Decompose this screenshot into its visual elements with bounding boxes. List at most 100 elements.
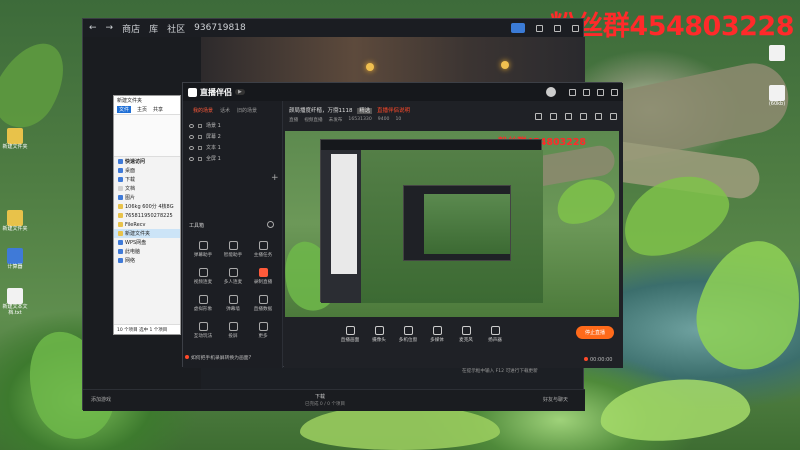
lock-icon[interactable]	[580, 113, 587, 120]
close-icon[interactable]	[572, 24, 579, 32]
layout-icon[interactable]	[595, 113, 602, 120]
lock-icon[interactable]	[198, 123, 202, 128]
tool-item[interactable]: 多人连麦	[221, 268, 245, 285]
tool-item[interactable]: 弹幕助手	[191, 241, 215, 258]
bottom-tool-item[interactable]: 麦克风	[455, 326, 477, 343]
tool-item[interactable]: 主播任务	[251, 241, 275, 258]
share-icon[interactable]	[550, 113, 557, 120]
notification-icon[interactable]	[511, 23, 525, 33]
eye-icon[interactable]	[189, 123, 194, 128]
tab-share[interactable]: 共享	[153, 106, 163, 113]
source-layer-item[interactable]: 场景 1	[183, 120, 282, 131]
friends-chat-button[interactable]: 好友与聊天	[543, 396, 568, 403]
user-id[interactable]: 936719818	[194, 23, 246, 33]
lock-icon[interactable]	[198, 145, 202, 150]
desktop-icon-label: 计算器	[7, 264, 23, 270]
explorer-nav-item[interactable]: 106kg 600分 4核8G	[114, 202, 180, 211]
maximize-icon[interactable]	[554, 24, 561, 32]
source-layer-item[interactable]: 全屏 1	[183, 153, 282, 164]
lock-icon[interactable]	[198, 134, 202, 139]
tool-label: 弹幕墙	[226, 307, 240, 312]
explorer-nav-item[interactable]: 图片	[114, 193, 180, 202]
tool-item[interactable]: 互动玩法	[191, 322, 215, 339]
explorer-nav-label: 此电脑	[125, 249, 141, 255]
source-layer-item[interactable]: 屏幕 2	[183, 131, 282, 142]
avatar[interactable]	[546, 87, 556, 97]
explorer-nav-item[interactable]: 桌面	[114, 166, 180, 175]
tool-item[interactable]: 视频连麦	[191, 268, 215, 285]
tab-scripts[interactable]: 话术	[220, 107, 230, 114]
nav-community[interactable]: 社区	[167, 22, 185, 35]
explorer-nav-item[interactable]: 此电脑	[114, 247, 180, 256]
stream-help-link[interactable]: 直播伴侣说明	[377, 108, 410, 114]
folder-icon	[118, 249, 123, 254]
tool-icon	[228, 241, 238, 250]
tool-label: 多人连麦	[223, 280, 243, 285]
quick-access-header[interactable]: 快速访问	[114, 157, 180, 166]
tool-item[interactable]: 智能助手	[221, 241, 245, 258]
fullscreen-icon[interactable]	[610, 113, 617, 120]
tab-my-scenes[interactable]: 我的场景	[193, 107, 213, 114]
stream-title-row: 颜局播度纤楷，万捌1118 精选 直播伴侣说明	[289, 106, 410, 114]
desktop-icon[interactable]	[760, 45, 794, 62]
desktop-icon[interactable]: 新建文本文档.txt	[2, 288, 28, 316]
desktop-icon[interactable]: 新建文件夹	[2, 128, 28, 151]
menu-icon[interactable]	[583, 88, 590, 96]
explorer-nav-item[interactable]: 网络	[114, 256, 180, 265]
explorer-nav-item[interactable]: 新建文件夹	[114, 229, 180, 238]
bottom-tool-label: 直播画面	[340, 338, 360, 343]
minimize-icon[interactable]	[597, 88, 604, 96]
shop-icon[interactable]	[535, 113, 542, 120]
tool-item[interactable]: 投屏	[221, 322, 245, 339]
nav-store[interactable]: 商店	[122, 22, 140, 35]
stop-live-button[interactable]: 停止直播	[576, 326, 614, 339]
eye-icon[interactable]	[189, 156, 194, 161]
nav-library[interactable]: 库	[149, 22, 158, 35]
tab-home[interactable]: 主页	[137, 106, 147, 113]
explorer-nav-item[interactable]: WPS网盘	[114, 238, 180, 247]
downloads-label[interactable]: 下载	[315, 393, 325, 400]
live-timer: 00:00:00	[584, 357, 612, 363]
explorer-nav-item[interactable]: 文档	[114, 184, 180, 193]
tool-label: 弹幕助手	[193, 253, 213, 258]
store-bottom-bar: 添加游戏 下载 已完成 0 / 0 个项目 好友与聊天	[83, 389, 585, 411]
tool-item[interactable]: 弹幕墙	[221, 295, 245, 312]
bottom-tool-item[interactable]: 多机位窗	[397, 326, 419, 343]
gift-icon[interactable]	[565, 113, 572, 120]
bottom-tool-icon	[374, 326, 384, 335]
stream-title[interactable]: 颜局播度纤楷，万捌1118	[289, 108, 353, 114]
folder-icon	[118, 195, 123, 200]
notice-icon	[185, 355, 189, 359]
desktop-icon[interactable]: 新建文件夹	[2, 210, 28, 233]
close-icon[interactable]	[611, 88, 618, 96]
tab-file[interactable]: 文件	[117, 106, 132, 113]
add-game-button[interactable]: 添加游戏	[91, 396, 111, 403]
tool-item[interactable]: 虚拟形象	[191, 295, 215, 312]
back-icon[interactable]: ←	[89, 23, 97, 33]
bottom-tool-item[interactable]: 摄像头	[368, 326, 390, 343]
tool-item[interactable]: 更多	[251, 322, 275, 339]
explorer-status-bar: 10 个项目 选中 1 个项目	[114, 324, 180, 334]
forward-icon[interactable]: →	[106, 23, 114, 33]
explorer-nav-item[interactable]: FileRecv	[114, 220, 180, 229]
tool-item[interactable]: 录制直播	[251, 268, 275, 285]
app-menu-button[interactable]: ▶	[235, 89, 245, 95]
tab-old-scenes[interactable]: 旧的场景	[237, 107, 257, 114]
settings-icon[interactable]	[569, 88, 576, 96]
eye-icon[interactable]	[189, 145, 194, 150]
bottom-tool-item[interactable]: 扬声器	[484, 326, 506, 343]
explorer-nav-item[interactable]: 765811950278225	[114, 211, 180, 220]
minimize-icon[interactable]	[536, 24, 543, 32]
bottom-tool-item[interactable]: 直播画面	[339, 326, 361, 343]
desktop-icon[interactable]: 计算器	[2, 248, 28, 271]
toolbox-settings-icon[interactable]	[267, 221, 274, 228]
lock-icon[interactable]	[198, 156, 202, 161]
add-source-icon[interactable]: +	[271, 173, 279, 183]
notice-bar[interactable]: 如何把手机录屏转换为画面?	[183, 354, 282, 361]
bottom-tool-item[interactable]: 多媒体	[426, 326, 448, 343]
explorer-nav-item[interactable]: 下载	[114, 175, 180, 184]
desktop-icon[interactable]: (60kb)	[760, 85, 794, 108]
tool-item[interactable]: 直播数据	[251, 295, 275, 312]
eye-icon[interactable]	[189, 134, 194, 139]
source-layer-item[interactable]: 文本 1	[183, 142, 282, 153]
